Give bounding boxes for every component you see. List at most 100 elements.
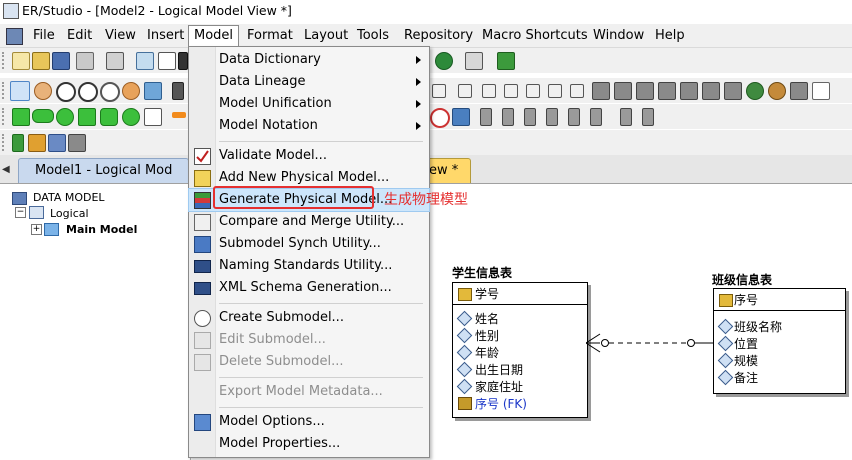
preview-icon[interactable] <box>136 52 154 70</box>
toolbar-grip[interactable] <box>2 108 8 125</box>
menu-repository[interactable]: Repository <box>404 28 473 43</box>
menu-item-model-notation[interactable]: Model Notation <box>189 115 429 137</box>
shape-7-icon[interactable] <box>724 82 742 100</box>
menu-item-naming-standards[interactable]: Naming Standards Utility... <box>189 255 429 277</box>
view-icon[interactable] <box>48 134 66 152</box>
class-attr-location[interactable]: 位置 <box>734 335 758 352</box>
menu-edit[interactable]: Edit <box>67 28 92 43</box>
relationship-line[interactable] <box>586 330 716 354</box>
menu-item-compare-merge[interactable]: Compare and Merge Utility... <box>189 211 429 233</box>
arrow-shape-icon[interactable] <box>172 112 186 118</box>
student-attr-gender[interactable]: 性别 <box>475 327 499 344</box>
rounded-shape-icon[interactable] <box>32 109 54 123</box>
menu-item-model-options[interactable]: Model Options... <box>189 411 429 433</box>
align-8-icon[interactable] <box>642 108 654 126</box>
align-5-icon[interactable] <box>568 108 580 126</box>
student-key-attr[interactable]: 学号 <box>475 285 499 302</box>
menu-item-data-dictionary[interactable]: Data Dictionary <box>189 49 429 71</box>
user-icon[interactable] <box>746 82 764 100</box>
relation-3-icon[interactable] <box>482 84 496 98</box>
entity-student[interactable]: 学号 姓名 性别 年龄 出生日期 家庭住址 序号 (FK) <box>452 282 588 418</box>
print-icon[interactable] <box>76 52 94 70</box>
zoom-fit-icon[interactable] <box>100 82 120 102</box>
table-icon[interactable] <box>28 134 46 152</box>
menu-layout[interactable]: Layout <box>304 28 348 43</box>
shape-6-icon[interactable] <box>702 82 720 100</box>
cut-icon[interactable] <box>178 52 188 70</box>
shape-3-icon[interactable] <box>636 82 654 100</box>
student-attr-fk[interactable]: 序号 (FK) <box>475 395 527 412</box>
tree-logical[interactable]: Logical <box>50 207 89 220</box>
tree-data-model[interactable]: DATA MODEL <box>33 191 105 204</box>
expand-icon[interactable]: + <box>31 224 42 235</box>
menu-file[interactable]: File <box>33 28 55 43</box>
find-icon[interactable] <box>106 52 124 70</box>
menu-item-export-metadata[interactable]: Export Model Metadata... <box>189 381 429 403</box>
misc-icon[interactable] <box>68 134 86 152</box>
new-icon[interactable] <box>12 52 30 70</box>
network-icon[interactable] <box>497 52 515 70</box>
relation-6-icon[interactable] <box>548 84 562 98</box>
student-attr-birthdate[interactable]: 出生日期 <box>475 361 523 378</box>
align-1-icon[interactable] <box>480 108 492 126</box>
menu-macro-shortcuts[interactable]: Macro Shortcuts <box>482 28 588 43</box>
menu-item-validate-model[interactable]: Validate Model... <box>189 145 429 167</box>
relation-7-icon[interactable] <box>570 84 584 98</box>
menu-format[interactable]: Format <box>247 28 293 43</box>
align-6-icon[interactable] <box>590 108 602 126</box>
student-attr-age[interactable]: 年龄 <box>475 344 499 361</box>
square-shape-icon[interactable] <box>12 108 30 126</box>
menu-window[interactable]: Window <box>593 28 644 43</box>
document-icon[interactable] <box>6 28 23 45</box>
class-attr-size[interactable]: 规模 <box>734 352 758 369</box>
align-2-icon[interactable] <box>502 108 514 126</box>
zoom-icon[interactable] <box>465 52 483 70</box>
sheet-icon[interactable] <box>158 52 176 70</box>
tools-icon[interactable] <box>452 108 470 126</box>
pan-icon[interactable] <box>122 82 140 100</box>
menu-view[interactable]: View <box>105 28 136 43</box>
align-7-icon[interactable] <box>620 108 632 126</box>
class-attr-remark[interactable]: 备注 <box>734 369 758 386</box>
save-icon[interactable] <box>52 52 70 70</box>
shape-5-icon[interactable] <box>680 82 698 100</box>
menu-item-delete-submodel[interactable]: Delete Submodel... <box>189 351 429 373</box>
octagon-shape-icon[interactable] <box>100 108 118 126</box>
shape-8-icon[interactable] <box>790 82 808 100</box>
menu-item-create-submodel[interactable]: Create Submodel... <box>189 307 429 329</box>
class-key-attr[interactable]: 序号 <box>734 291 758 308</box>
tab-model2-logical[interactable]: ew * <box>424 158 472 183</box>
toolbar-grip[interactable] <box>2 134 8 151</box>
student-attr-name[interactable]: 姓名 <box>475 310 499 327</box>
toolbar-grip[interactable] <box>2 82 8 99</box>
note-shape-icon[interactable] <box>144 108 162 126</box>
menu-item-model-properties[interactable]: Model Properties... <box>189 433 429 455</box>
menu-model[interactable]: Model <box>188 25 240 47</box>
relation-4-icon[interactable] <box>504 84 518 98</box>
hand-icon[interactable] <box>34 82 52 100</box>
class-attr-name[interactable]: 班级名称 <box>734 318 782 335</box>
tab-model1-logical[interactable]: Model1 - Logical Mod <box>18 158 190 183</box>
zoom-out-icon[interactable] <box>78 82 98 102</box>
user-group-icon[interactable] <box>768 82 786 100</box>
menu-tools[interactable]: Tools <box>357 28 389 43</box>
shape-2-icon[interactable] <box>614 82 632 100</box>
tree-main-model[interactable]: Main Model <box>66 223 137 236</box>
menu-item-edit-submodel[interactable]: Edit Submodel... <box>189 329 429 351</box>
tab-scroll-left-icon[interactable]: ◀ <box>2 164 10 175</box>
target-icon[interactable] <box>430 108 450 128</box>
student-attr-address[interactable]: 家庭住址 <box>475 378 523 395</box>
align-4-icon[interactable] <box>546 108 558 126</box>
collapse-icon[interactable]: − <box>15 207 26 218</box>
align-3-icon[interactable] <box>524 108 536 126</box>
menu-item-xml-schema[interactable]: XML Schema Generation... <box>189 277 429 299</box>
zoom-in-icon[interactable] <box>56 82 76 102</box>
move-icon[interactable] <box>144 82 162 100</box>
relation-1-icon[interactable] <box>432 84 446 98</box>
relation-5-icon[interactable] <box>526 84 540 98</box>
bar-icon[interactable] <box>12 134 24 152</box>
menu-item-data-lineage[interactable]: Data Lineage <box>189 71 429 93</box>
menu-item-submodel-synch[interactable]: Submodel Synch Utility... <box>189 233 429 255</box>
entity-class[interactable]: 序号 班级名称 位置 规模 备注 <box>713 288 846 394</box>
globe-icon[interactable] <box>435 52 453 70</box>
